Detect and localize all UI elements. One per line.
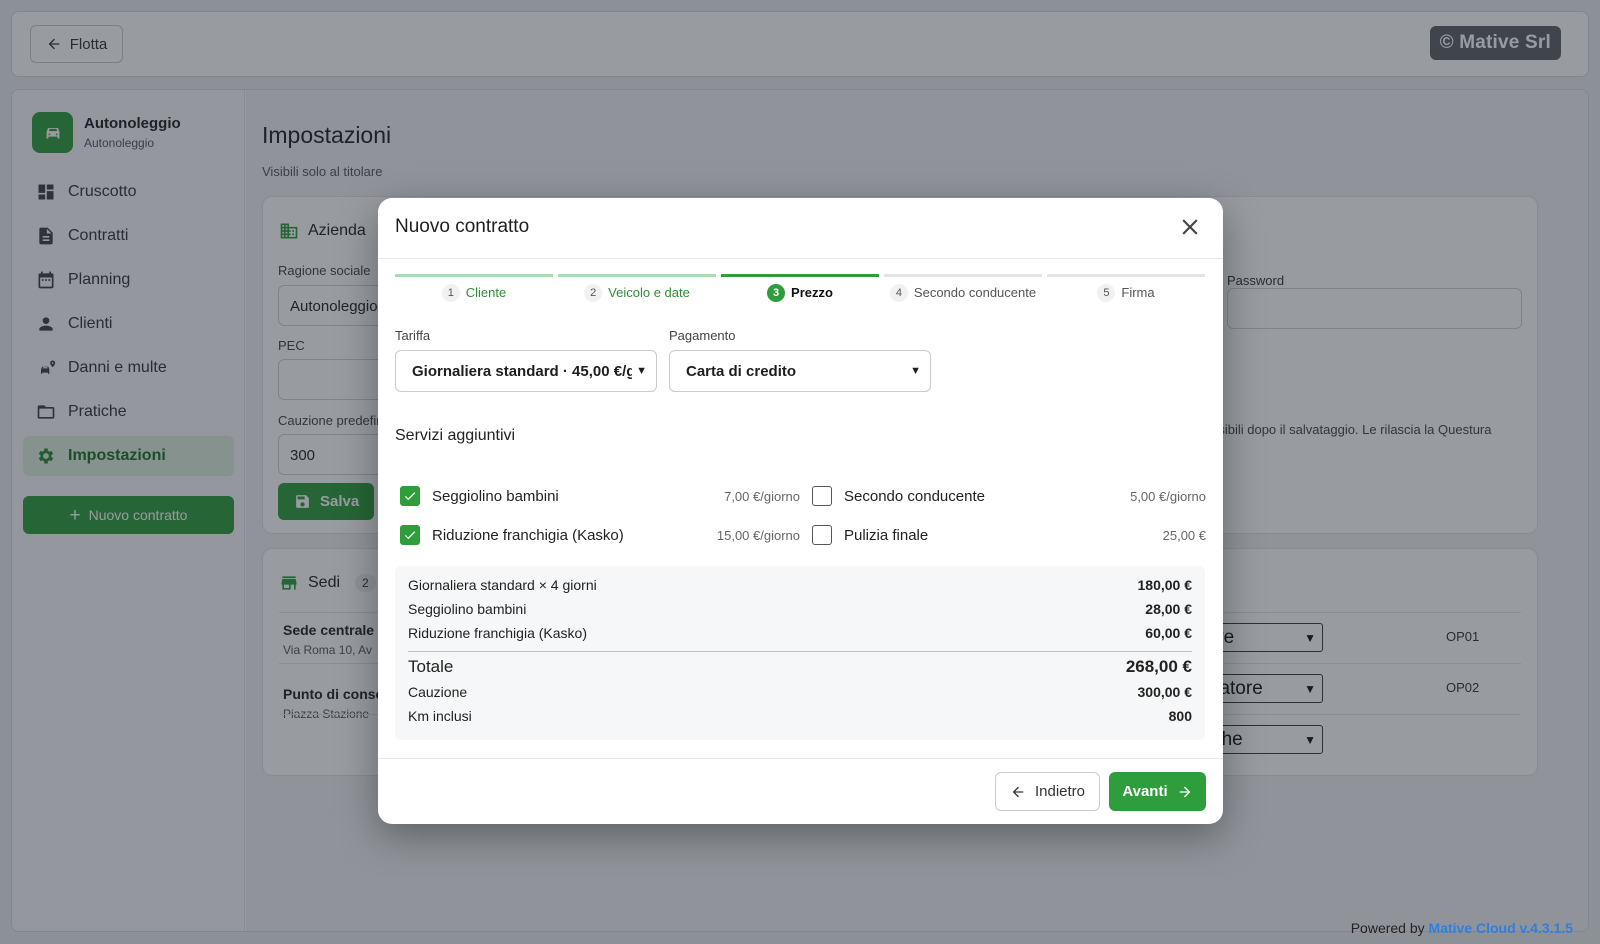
deposit-value: 300,00 € — [1137, 684, 1193, 700]
step-number: 5 — [1097, 283, 1116, 302]
checkbox-unchecked[interactable] — [812, 525, 832, 545]
powered-brand-link[interactable]: Mative Cloud v.4.3.1.5 — [1429, 920, 1573, 936]
summary-value: 60,00 € — [1145, 625, 1192, 641]
step-veicolo-date[interactable]: 2 Veicolo e date — [558, 274, 716, 308]
deposit-row: Cauzione 300,00 € — [408, 684, 1192, 700]
summary-row: Seggiolino bambini 28,00 € — [408, 601, 1192, 617]
checkbox-checked[interactable] — [400, 486, 420, 506]
step-secondo-conducente[interactable]: 4 Secondo conducente — [884, 274, 1042, 308]
summary-value: 180,00 € — [1137, 577, 1193, 593]
chevron-down-icon: ▼ — [910, 365, 921, 377]
service-seggiolino[interactable]: Seggiolino bambini 7,00 €/giorno — [400, 482, 800, 510]
check-icon — [404, 492, 416, 501]
summary-label: Riduzione franchigia (Kasko) — [408, 625, 587, 641]
step-label: Cliente — [465, 285, 507, 300]
checkbox-checked[interactable] — [400, 525, 420, 545]
step-cliente[interactable]: 1 Cliente — [395, 274, 553, 308]
km-value: 800 — [1168, 708, 1192, 724]
check-icon — [404, 531, 416, 540]
modal-title: Nuovo contratto — [395, 216, 530, 237]
pagamento-label: Pagamento — [669, 328, 736, 343]
checkbox-unchecked[interactable] — [812, 486, 832, 506]
service-price: 7,00 €/giorno — [724, 488, 800, 504]
service-label: Pulizia finale — [844, 526, 929, 544]
close-icon — [1182, 219, 1198, 235]
step-label: Veicolo e date — [608, 285, 690, 300]
pagamento-select-value: Carta di credito — [686, 362, 797, 380]
total-row: Totale 268,00 € — [408, 657, 1192, 677]
summary-divider — [408, 651, 1192, 652]
service-label: Seggiolino bambini — [432, 487, 559, 505]
service-kasko[interactable]: Riduzione franchigia (Kasko) 15,00 €/gio… — [400, 521, 800, 549]
back-label: Indietro — [1034, 783, 1086, 800]
tariffa-select-value: Giornaliera standard · 45,00 €/gio — [412, 362, 633, 380]
summary-label: Seggiolino bambini — [408, 601, 527, 617]
service-price: 5,00 €/giorno — [1130, 488, 1206, 504]
next-button[interactable]: Avanti — [1109, 772, 1206, 811]
total-label: Totale — [408, 657, 454, 676]
step-label: Prezzo — [791, 285, 833, 300]
deposit-label: Cauzione — [408, 684, 468, 700]
service-secondo-conducente[interactable]: Secondo conducente 5,00 €/giorno — [812, 482, 1206, 510]
pagamento-select[interactable]: Carta di credito ▼ — [669, 350, 931, 392]
summary-value: 28,00 € — [1145, 601, 1192, 617]
step-number: 1 — [441, 283, 460, 302]
service-price: 25,00 € — [1162, 527, 1206, 543]
next-label: Avanti — [1122, 783, 1168, 800]
step-number: 2 — [584, 283, 603, 302]
divider — [378, 758, 1223, 759]
chevron-down-icon: ▼ — [636, 365, 647, 377]
services-title: Servizi aggiuntivi — [395, 427, 516, 444]
back-button[interactable]: Indietro — [995, 772, 1100, 811]
new-contract-modal: Nuovo contratto 1 Cliente 2 Veicolo e date… — [378, 198, 1223, 824]
arrow-left-icon — [1012, 786, 1024, 797]
service-label: Riduzione franchigia (Kasko) — [432, 526, 624, 544]
summary-row: Giornaliera standard × 4 giorni 180,00 € — [408, 577, 1192, 593]
close-button[interactable] — [1177, 214, 1203, 240]
service-price: 15,00 €/giorno — [716, 527, 800, 543]
step-label: Firma — [1121, 285, 1155, 300]
total-value: 268,00 € — [1125, 657, 1192, 676]
powered-prefix: Powered by — [1350, 920, 1425, 936]
km-row: Km inclusi 800 — [408, 708, 1192, 724]
tariffa-select[interactable]: Giornaliera standard · 45,00 €/gio ▼ — [395, 350, 657, 392]
price-summary: Giornaliera standard × 4 giorni 180,00 € … — [395, 566, 1205, 740]
km-label: Km inclusi — [408, 708, 472, 724]
tariffa-label: Tariffa — [395, 328, 431, 343]
step-prezzo[interactable]: 3 Prezzo — [721, 274, 879, 308]
divider — [378, 258, 1223, 259]
step-label: Secondo conducente — [913, 285, 1037, 300]
service-pulizia[interactable]: Pulizia finale 25,00 € — [812, 521, 1206, 549]
summary-label: Giornaliera standard × 4 giorni — [408, 577, 597, 593]
arrow-right-icon — [1179, 786, 1190, 797]
summary-row: Riduzione franchigia (Kasko) 60,00 € — [408, 625, 1192, 641]
stepper: 1 Cliente 2 Veicolo e date 3 Prezzo 4 Second… — [395, 274, 1205, 308]
step-number: 4 — [889, 283, 908, 302]
service-label: Secondo conducente — [844, 487, 985, 505]
powered-by: Powered by Mative Cloud v.4.3.1.5 — [1351, 920, 1573, 936]
step-number: 3 — [767, 283, 786, 302]
step-firma[interactable]: 5 Firma — [1047, 274, 1205, 308]
